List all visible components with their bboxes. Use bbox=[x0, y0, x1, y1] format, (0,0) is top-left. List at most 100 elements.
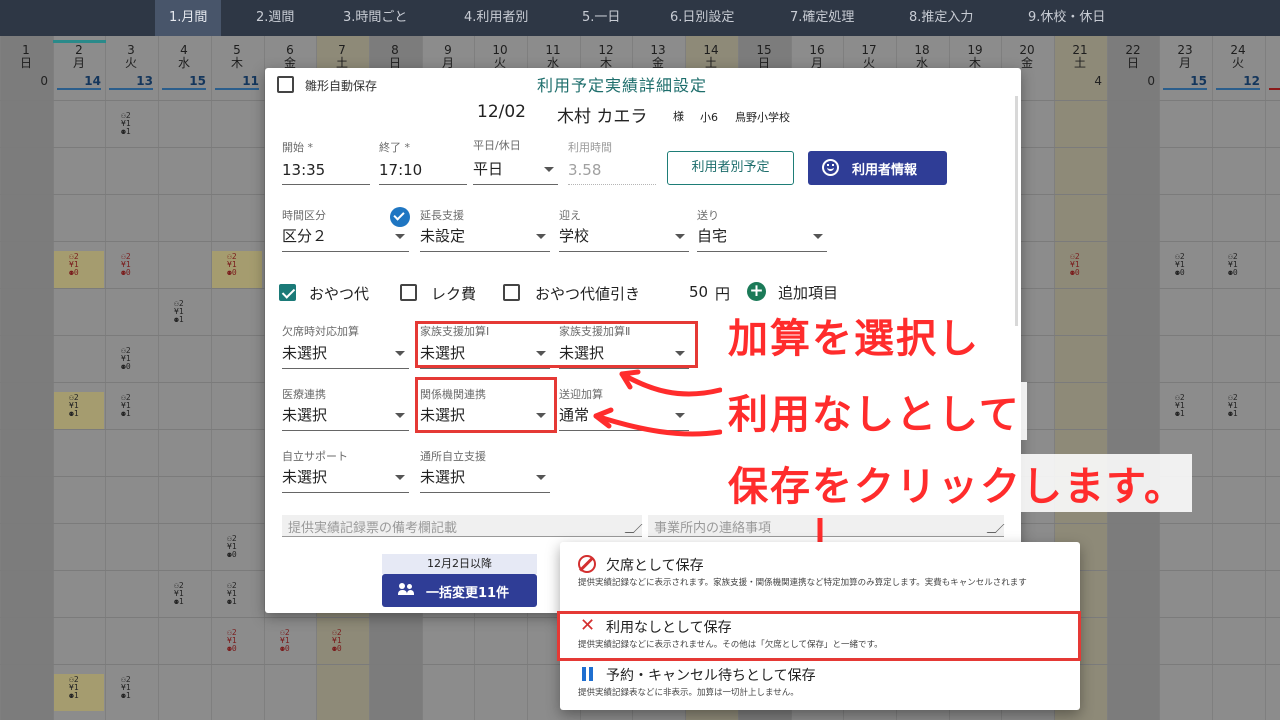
schedule-chip[interactable]: ⚇2 ¥1 ⚉0 bbox=[69, 253, 87, 277]
tab-6[interactable]: 6.日別設定 bbox=[656, 0, 748, 36]
remarks-textarea[interactable]: 提供実績記録票の備考欄記載 bbox=[282, 515, 643, 537]
day-header[interactable]: 4水 bbox=[158, 44, 210, 70]
yen-unit: 円 bbox=[715, 285, 731, 303]
user-name: 木村 カエラ bbox=[557, 107, 648, 127]
chevron-down-icon bbox=[395, 351, 405, 356]
absence-addition-value: 未選択 bbox=[282, 344, 328, 362]
tab-5[interactable]: 5.一日 bbox=[568, 0, 634, 36]
day-header[interactable]: 21 土 bbox=[1054, 44, 1106, 70]
end-time-label: 終了 * bbox=[379, 141, 410, 154]
day-header[interactable]: 25水 bbox=[1265, 44, 1280, 70]
day-header[interactable]: 1日 bbox=[0, 44, 52, 70]
day-header[interactable]: 2月 bbox=[53, 44, 105, 70]
schedule-chip[interactable]: ⚇2 ¥1 ⚉1 bbox=[69, 676, 87, 700]
weekday: 月 bbox=[1178, 56, 1191, 70]
schedule-chip[interactable]: ⚇2 ¥1 ⚉1 bbox=[121, 676, 139, 700]
schedule-chip[interactable]: ⚇2 ¥1 ⚉0 bbox=[121, 253, 139, 277]
add-item-label[interactable]: 追加項目 bbox=[778, 282, 838, 303]
top-navigation: 1.月間 2.週間 3.時間ごと 4.利用者別 5.一日 6.日別設定 7.確定処理 8.推定… bbox=[0, 0, 1280, 36]
highlight-agency-cooperation bbox=[415, 377, 557, 433]
save-as-reservation-item[interactable]: 予約・キャンセル待ちとして保存 提供実績記録表などに非表示。加算は一切計上しませ… bbox=[560, 662, 1080, 710]
day-header[interactable]: 12 木 bbox=[580, 44, 632, 70]
schedule-chip[interactable]: ⚇2 ¥1 ⚉1 bbox=[174, 582, 192, 606]
chevron-down-icon bbox=[813, 234, 823, 239]
office-notes-placeholder: 事業所内の連絡事項 bbox=[654, 521, 772, 536]
day-header[interactable]: 14 土 bbox=[685, 44, 737, 70]
day-header[interactable]: 13 金 bbox=[632, 44, 684, 70]
schedule-chip[interactable]: ⚇2 ¥1 ⚉0 bbox=[1070, 253, 1088, 277]
save-as-absence-desc: 提供実績記録などに表示されます。家族支援・関係機関連携など特定加算のみ算定します… bbox=[578, 578, 1027, 588]
bulk-change-button[interactable]: 一括変更11件 bbox=[382, 574, 537, 607]
schedule-chip[interactable]: ⚇2 ¥1 ⚉0 bbox=[227, 629, 245, 653]
schedule-chip[interactable]: ⚇2 ¥1 ⚉1 bbox=[1228, 394, 1246, 418]
user-schedule-button[interactable]: 利用者別予定 bbox=[667, 151, 794, 185]
day-header[interactable]: 23 月 bbox=[1159, 44, 1211, 70]
day-header[interactable]: 5木 bbox=[211, 44, 263, 70]
time-division-select[interactable]: 区分２ bbox=[282, 222, 409, 252]
day-header[interactable]: 19 木 bbox=[949, 44, 1001, 70]
absence-addition-select[interactable]: 未選択 bbox=[282, 339, 409, 369]
day-header[interactable]: 22 日 bbox=[1107, 44, 1159, 70]
start-time-field[interactable]: 13:35 bbox=[282, 155, 370, 185]
schedule-chip[interactable]: ⚇2 ¥1 ⚉1 bbox=[121, 112, 139, 136]
day-header[interactable]: 20 金 bbox=[1001, 44, 1053, 70]
daytype-select[interactable]: 平日 bbox=[473, 155, 558, 185]
tab-1[interactable]: 1.月間 bbox=[155, 0, 222, 36]
schedule-chip[interactable]: ⚇2 ¥1 ⚉1 bbox=[174, 300, 192, 324]
schedule-chip[interactable]: ⚇2 ¥1 ⚉1 bbox=[227, 582, 245, 606]
snack-discount-checkbox[interactable] bbox=[503, 284, 520, 301]
dropoff-select[interactable]: 自宅 bbox=[697, 222, 827, 252]
pickup-value: 学校 bbox=[559, 227, 590, 245]
tab-4[interactable]: 4.利用者別 bbox=[450, 0, 542, 36]
day-header[interactable]: 7土 bbox=[316, 44, 368, 70]
tab-9[interactable]: 9.休校・休日 bbox=[1014, 0, 1119, 36]
day-header[interactable]: 18 水 bbox=[896, 44, 948, 70]
tab-2[interactable]: 2.週間 bbox=[242, 0, 308, 36]
commute-independence-select[interactable]: 未選択 bbox=[420, 463, 550, 493]
day-header[interactable]: 15 日 bbox=[738, 44, 790, 70]
bulk-since-label: 12月2日以降 bbox=[382, 554, 537, 574]
end-time-field[interactable]: 17:10 bbox=[379, 155, 467, 185]
day-header[interactable]: 11 水 bbox=[527, 44, 579, 70]
schedule-chip[interactable]: ⚇2 ¥1 ⚉0 bbox=[1175, 253, 1193, 277]
day-header[interactable]: 16 月 bbox=[791, 44, 843, 70]
dialog-title: 利用予定実績詳細設定 bbox=[537, 76, 708, 95]
day-header[interactable]: 9月 bbox=[422, 44, 474, 70]
schedule-chip[interactable]: ⚇2 ¥1 ⚉1 bbox=[69, 394, 87, 418]
schedule-chip[interactable]: ⚇2 ¥1 ⚉0 bbox=[227, 253, 245, 277]
schedule-chip[interactable]: ⚇2 ¥1 ⚉0 bbox=[227, 535, 245, 559]
schedule-chip[interactable]: ⚇2 ¥1 ⚉0 bbox=[121, 347, 139, 371]
add-icon[interactable]: + bbox=[747, 282, 766, 301]
save-as-absence-item[interactable]: 欠席として保存 提供実績記録などに表示されます。家族支援・関係機関連携など特定加… bbox=[560, 542, 1080, 606]
day-header[interactable]: 6金 bbox=[264, 44, 316, 70]
schedule-chip[interactable]: ⚇2 ¥1 ⚉0 bbox=[1228, 253, 1246, 277]
tab-3[interactable]: 3.時間ごと bbox=[329, 0, 421, 36]
user-info-button[interactable]: 利用者情報 bbox=[808, 151, 947, 185]
tab-8[interactable]: 8.推定入力 bbox=[895, 0, 987, 36]
day-header[interactable]: 24 火 bbox=[1212, 44, 1264, 70]
tab-7[interactable]: 7.確定処理 bbox=[776, 0, 868, 36]
weekday: 火 bbox=[124, 56, 137, 70]
resize-handle-icon[interactable] bbox=[624, 524, 643, 533]
dialog-scrollbar[interactable] bbox=[1015, 96, 1018, 326]
medical-cooperation-select[interactable]: 未選択 bbox=[282, 401, 409, 431]
day-header[interactable]: 3火 bbox=[105, 44, 157, 70]
snack-fee-checkbox[interactable] bbox=[279, 284, 296, 301]
pickup-select[interactable]: 学校 bbox=[559, 222, 689, 252]
schedule-chip[interactable]: ⚇2 ¥1 ⚉1 bbox=[121, 394, 139, 418]
template-autosave-checkbox[interactable] bbox=[277, 76, 294, 93]
recreation-fee-checkbox[interactable] bbox=[400, 284, 417, 301]
day-header[interactable]: 8日 bbox=[369, 44, 421, 70]
extended-support-select[interactable]: 未設定 bbox=[420, 222, 550, 252]
annotation-line-1: 加算を選択し bbox=[722, 306, 986, 364]
schedule-chip[interactable]: ⚇2 ¥1 ⚉1 bbox=[1175, 394, 1193, 418]
independence-support-select[interactable]: 未選択 bbox=[282, 463, 409, 493]
resize-handle-icon[interactable] bbox=[986, 524, 1005, 533]
user-grade: 小6 bbox=[700, 111, 718, 124]
schedule-chip[interactable]: ⚇2 ¥1 ⚉0 bbox=[280, 629, 298, 653]
schedule-chip[interactable]: ⚇2 ¥1 ⚉0 bbox=[332, 629, 350, 653]
user-info-label: 利用者情報 bbox=[852, 163, 918, 178]
day-usage-count: 13 bbox=[109, 74, 153, 90]
day-header[interactable]: 10 火 bbox=[474, 44, 526, 70]
day-header[interactable]: 17 火 bbox=[843, 44, 895, 70]
